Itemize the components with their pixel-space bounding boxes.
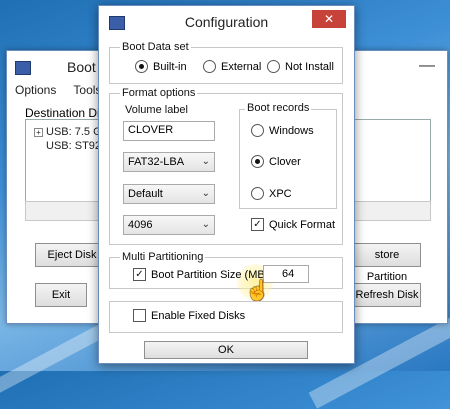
radio-windows[interactable]: Windows: [251, 124, 314, 137]
radio-external[interactable]: External: [203, 60, 261, 73]
radio-clover[interactable]: Clover: [251, 155, 301, 168]
dialog-titlebar: Configuration ✕: [99, 6, 354, 36]
restore-partition-button[interactable]: store Partition: [353, 243, 421, 283]
radio-label: Not Install: [285, 60, 334, 73]
close-button[interactable]: ✕: [312, 10, 346, 28]
refresh-disk-button[interactable]: Refresh Disk: [353, 283, 421, 307]
radio-indicator: [135, 60, 148, 73]
radio-indicator: [203, 60, 216, 73]
checkbox-label: Quick Format: [269, 218, 336, 231]
check-icon: ✓: [133, 268, 146, 281]
radio-label: External: [221, 60, 262, 73]
format-options-label: Format options: [120, 87, 198, 99]
configuration-dialog: Configuration ✕ Boot Data set Built-in E…: [98, 5, 355, 364]
radio-xpc[interactable]: XPC: [251, 187, 292, 200]
alignment-select[interactable]: Default ⌄: [123, 184, 215, 204]
radio-indicator: [251, 124, 264, 137]
radio-label: Built-in: [153, 60, 187, 73]
check-icon: ✓: [251, 218, 264, 231]
filesystem-select[interactable]: FAT32-LBA ⌄: [123, 152, 215, 172]
radio-indicator: [251, 187, 264, 200]
background-window-title: Boot: [67, 59, 96, 75]
hand-cursor-icon: ☝: [245, 280, 270, 302]
enable-fixed-disks-checkbox[interactable]: Enable Fixed Disks: [133, 309, 245, 322]
boot-records-label: Boot records: [245, 102, 312, 114]
checkbox-box: [133, 309, 146, 322]
chevron-down-icon: ⌄: [201, 156, 210, 167]
radio-built-in[interactable]: Built-in: [135, 60, 187, 73]
select-value: 4096: [128, 219, 153, 231]
chevron-down-icon: ⌄: [201, 219, 210, 230]
cluster-size-select[interactable]: 4096 ⌄: [123, 215, 215, 235]
radio-label: XPC: [269, 187, 292, 200]
minimize-button[interactable]: —: [419, 57, 435, 75]
menu-options[interactable]: Options: [15, 83, 56, 97]
volume-label-input[interactable]: CLOVER: [123, 121, 215, 141]
radio-not-install[interactable]: Not Install: [267, 60, 334, 73]
multi-partitioning-label: Multi Partitioning: [120, 251, 206, 263]
radio-indicator: [251, 155, 264, 168]
radio-label: Windows: [269, 124, 314, 137]
volume-label-caption: Volume label: [125, 104, 188, 116]
close-icon: ✕: [323, 12, 335, 26]
checkbox-label: Enable Fixed Disks: [151, 309, 246, 322]
exit-button[interactable]: Exit: [35, 283, 87, 307]
expand-icon[interactable]: +: [34, 128, 43, 137]
ok-button[interactable]: OK: [144, 341, 308, 359]
chevron-down-icon: ⌄: [201, 188, 210, 199]
app-icon: [15, 61, 31, 75]
quick-format-checkbox[interactable]: ✓ Quick Format: [251, 218, 335, 231]
radio-label: Clover: [269, 155, 301, 168]
select-value: FAT32-LBA: [128, 156, 185, 168]
radio-indicator: [267, 60, 280, 73]
boot-data-set-label: Boot Data set: [120, 41, 191, 53]
select-value: Default: [128, 188, 163, 200]
